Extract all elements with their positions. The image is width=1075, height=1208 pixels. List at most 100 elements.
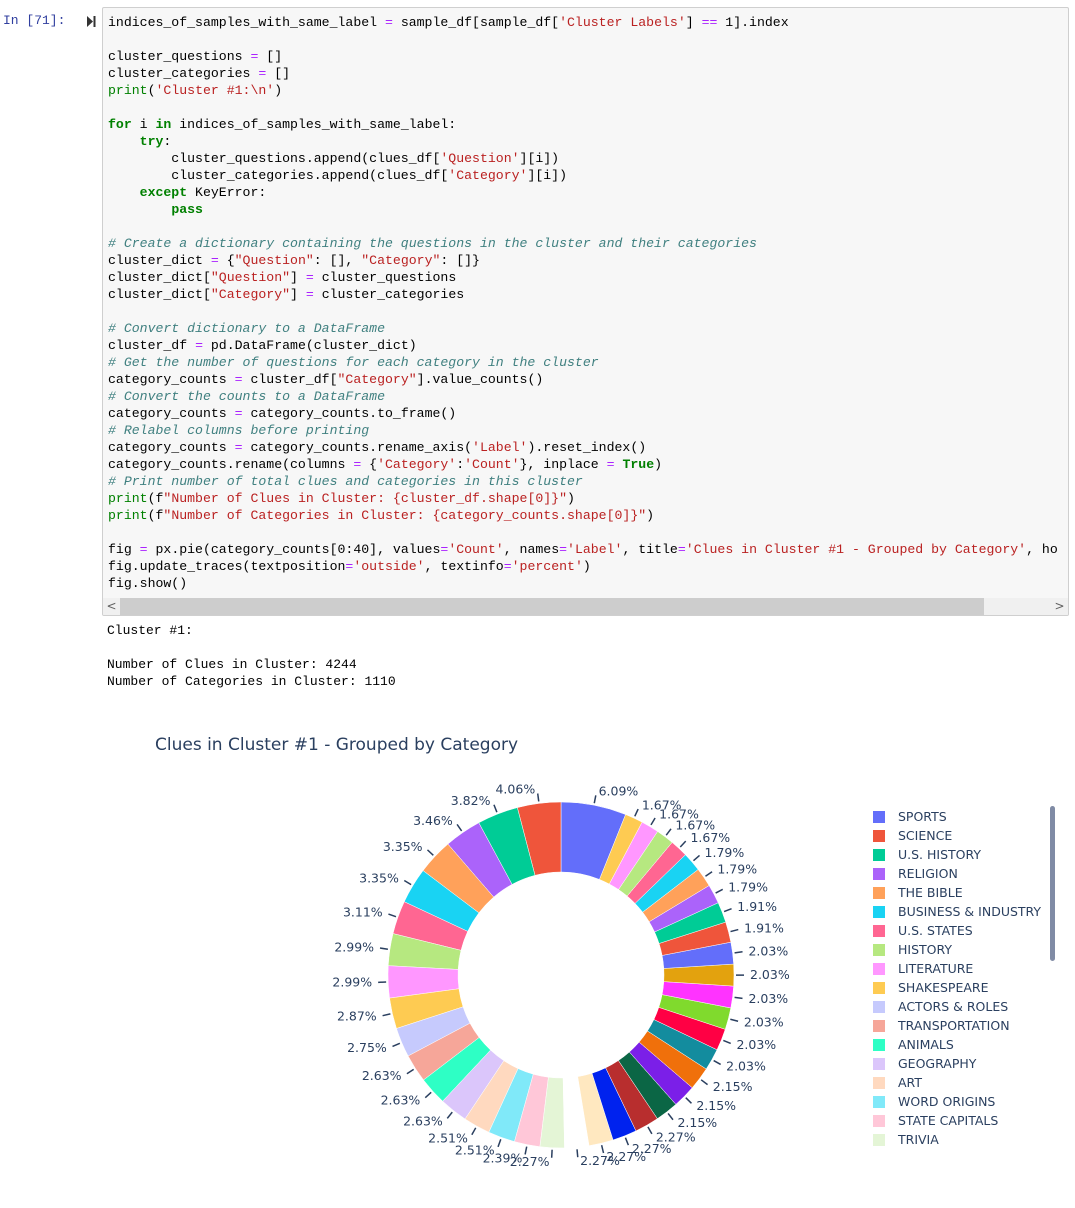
pie-slice[interactable] [389, 988, 464, 1029]
legend-item[interactable]: ART [873, 1073, 1041, 1092]
pie-slice[interactable] [599, 814, 643, 885]
slice-percent-label: 2.15% [713, 1079, 753, 1094]
legend-swatch [873, 848, 885, 861]
pie-slice[interactable] [514, 1073, 549, 1147]
label-leader-line [424, 1091, 432, 1099]
pie-slice[interactable] [661, 941, 734, 969]
pie-slice[interactable] [422, 843, 495, 914]
slice-percent-label: 3.46% [413, 813, 453, 828]
pie-slice[interactable] [629, 1041, 693, 1105]
pie-slice[interactable] [648, 885, 719, 933]
slice-percent-label: 3.11% [343, 905, 383, 920]
legend-item[interactable]: GEOGRAPHY [873, 1054, 1041, 1073]
label-leader-line [379, 947, 389, 950]
pie-slice[interactable] [647, 1019, 718, 1070]
legend-scrollbar[interactable] [1050, 806, 1055, 961]
legend-swatch [873, 924, 885, 937]
pie-slice[interactable] [658, 921, 732, 956]
run-cell-icon[interactable] [86, 15, 96, 28]
pie-slice[interactable] [618, 1051, 677, 1120]
pie-slice[interactable] [591, 1067, 637, 1141]
pie-slice[interactable] [488, 1068, 534, 1142]
legend-item[interactable]: ANIMALS [873, 1035, 1041, 1054]
pie-slice[interactable] [387, 933, 462, 970]
pie-slice[interactable] [387, 965, 460, 999]
pie-slice[interactable] [396, 1006, 471, 1057]
legend-item[interactable]: LITERATURE [873, 959, 1041, 978]
pie-slice[interactable] [442, 1049, 505, 1120]
legend-item[interactable]: BUSINESS & INDUSTRY [873, 902, 1041, 921]
pie-slice[interactable] [577, 1072, 614, 1146]
slice-percent-label: 1.67% [659, 807, 699, 822]
pie-slice[interactable] [464, 1060, 519, 1133]
code-line: # Get the number of questions for each c… [108, 355, 599, 370]
slice-percent-label: 3.35% [383, 839, 423, 854]
chart-legend[interactable]: SPORTS SCIENCE U.S. HISTORY RELIGION THE BIB… [873, 807, 1041, 1149]
pie-slice[interactable] [653, 1007, 726, 1051]
pie-slice[interactable] [423, 1037, 491, 1102]
output-line: Number of Categories in Cluster: 1110 [107, 674, 396, 689]
legend-label: U.S. STATES [898, 923, 973, 938]
legend-item[interactable]: STATE CAPITALS [873, 1111, 1041, 1130]
label-leader-line [650, 817, 656, 826]
pie-slice[interactable] [403, 870, 480, 932]
pie-slice[interactable] [447, 822, 513, 898]
code-line: cluster_dict["Category"] = cluster_categ… [108, 287, 465, 302]
label-leader-line [713, 1059, 722, 1066]
label-leader-line [723, 907, 732, 913]
pie-slice[interactable] [478, 807, 536, 885]
label-leader-line [692, 854, 701, 862]
code-line: cluster_dict["Question"] = cluster_quest… [108, 270, 457, 285]
code-line: cluster_questions = [] [108, 49, 283, 64]
pie-slice[interactable] [392, 901, 469, 951]
slice-percent-label: 3.35% [359, 870, 399, 885]
pie-slice[interactable] [618, 831, 673, 897]
legend-label: GEOGRAPHY [898, 1056, 977, 1071]
pie-slice[interactable] [407, 1022, 480, 1081]
label-leader-line [715, 888, 724, 894]
pie-slice[interactable] [654, 902, 727, 944]
pie-slice[interactable] [626, 842, 686, 904]
legend-item[interactable]: TRANSPORTATION [873, 1016, 1041, 1035]
pie-slice[interactable] [562, 1076, 590, 1149]
legend-item[interactable]: WORD ORIGINS [873, 1092, 1041, 1111]
legend-swatch [873, 1000, 885, 1013]
legend-label: SPORTS [898, 809, 947, 824]
legend-item[interactable]: ACTORS & ROLES [873, 997, 1041, 1016]
scroll-right-icon[interactable]: > [1051, 598, 1068, 615]
legend-item[interactable]: SPORTS [873, 807, 1041, 826]
pie-slice[interactable] [608, 821, 658, 890]
code-line: cluster_dict = {"Question": [], "Categor… [108, 253, 480, 268]
pie-slice[interactable] [517, 801, 562, 876]
scrollbar-thumb[interactable] [120, 598, 984, 615]
pie-slice[interactable] [560, 801, 626, 880]
pie-slice[interactable] [634, 854, 699, 913]
slice-percent-label: 2.03% [744, 1014, 784, 1029]
horizontal-scrollbar[interactable]: < > [103, 598, 1068, 615]
pie-slice[interactable] [663, 963, 735, 987]
label-leader-line [624, 1137, 630, 1146]
legend-item[interactable]: THE BIBLE [873, 883, 1041, 902]
scroll-left-icon[interactable]: < [103, 598, 120, 615]
pie-slice[interactable] [638, 1030, 707, 1089]
code-line: # Create a dictionary containing the que… [108, 236, 757, 251]
label-leader-line [665, 828, 672, 836]
pie-slice[interactable] [658, 994, 732, 1030]
legend-item[interactable]: RELIGION [873, 864, 1041, 883]
legend-item[interactable]: SHAKESPEARE [873, 978, 1041, 997]
pie-slice[interactable] [661, 981, 734, 1009]
code-cell-editor[interactable]: indices_of_samples_with_same_label = sam… [102, 7, 1069, 616]
legend-item[interactable]: TRIVIA [873, 1130, 1041, 1149]
code-line: category_counts = category_counts.rename… [108, 440, 647, 455]
legend-item[interactable]: HISTORY [873, 940, 1041, 959]
legend-item[interactable]: U.S. HISTORY [873, 845, 1041, 864]
label-leader-line [456, 823, 463, 832]
cell-prompt: In [71]: [3, 13, 66, 28]
pie-slice[interactable] [539, 1076, 565, 1149]
legend-item[interactable]: U.S. STATES [873, 921, 1041, 940]
label-leader-line [382, 1013, 391, 1017]
pie-slice[interactable] [642, 869, 710, 923]
legend-item[interactable]: SCIENCE [873, 826, 1041, 845]
pie-slice[interactable] [605, 1060, 658, 1132]
